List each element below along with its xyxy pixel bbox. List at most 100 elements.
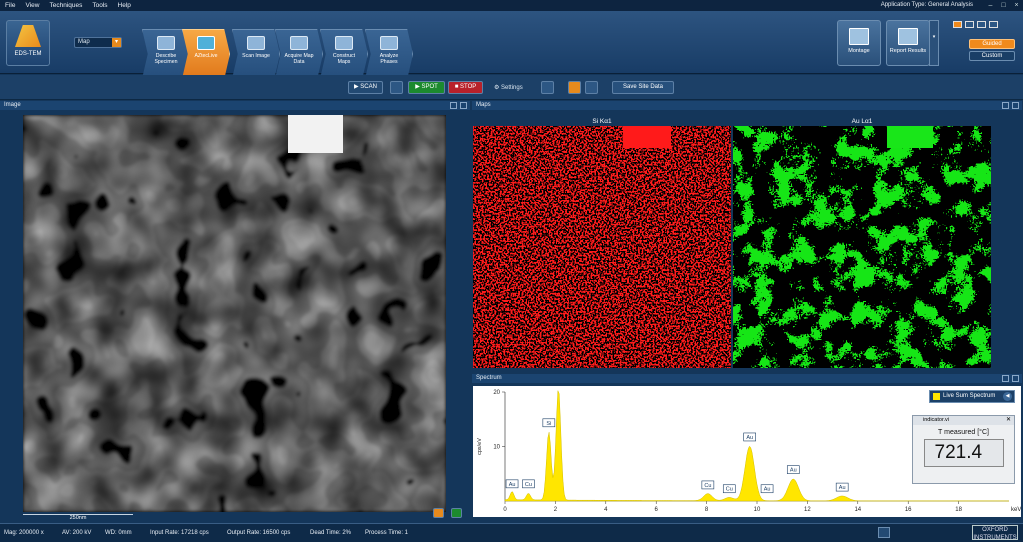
- restore-icon[interactable]: [1002, 375, 1009, 382]
- stop-button[interactable]: ■ STOP: [448, 81, 483, 94]
- x-tick-label: 18: [955, 507, 962, 513]
- minimize-icon[interactable]: –: [986, 1, 995, 10]
- step-scan-image[interactable]: Scan Image: [232, 29, 280, 79]
- frame-icon[interactable]: [390, 81, 403, 94]
- si-map[interactable]: [473, 126, 731, 368]
- electron-image[interactable]: [23, 115, 446, 512]
- status-mag: Mag: 200000 x: [4, 530, 44, 536]
- menu-file[interactable]: File: [0, 2, 20, 9]
- status-wd: WD: 0mm: [105, 530, 132, 536]
- step-aztec-live[interactable]: AZtecLive: [182, 29, 230, 79]
- step-analyze-phases[interactable]: Analyze Phases: [365, 29, 413, 79]
- maximize-icon[interactable]: □: [999, 1, 1008, 10]
- eds-tem-button[interactable]: EDS-TEM: [6, 20, 50, 66]
- spot-button[interactable]: ▶ SPOT: [408, 81, 445, 94]
- spectrum-legend[interactable]: Live Sum Spectrum ◀: [929, 390, 1015, 403]
- y-tick-label: 10: [493, 445, 500, 451]
- peak-label: Si: [546, 421, 551, 427]
- mode-select[interactable]: Map ▾: [74, 37, 122, 48]
- menu-techniques[interactable]: Techniques: [44, 2, 87, 9]
- peak-label: Au: [746, 435, 753, 441]
- close-icon[interactable]: ✕: [1006, 416, 1011, 425]
- menu-bar: File View Techniques Tools Help: [0, 0, 1023, 11]
- camera-icon[interactable]: [541, 81, 554, 94]
- construct-maps-icon: [335, 36, 353, 50]
- ribbon: EDS-TEM Map ▾ Describe Specimen AZtecLiv…: [0, 11, 1023, 79]
- x-axis-label: keV: [1011, 507, 1021, 513]
- montage-label: Montage: [848, 48, 870, 54]
- x-tick-label: 2: [554, 507, 558, 513]
- indicator-window[interactable]: indicator.vi ✕ T measured [°C] 721.4: [912, 415, 1015, 484]
- expand-icon[interactable]: [1012, 102, 1019, 109]
- report-results-button[interactable]: Report Results: [886, 20, 930, 66]
- scale-bar: 250nm: [23, 514, 133, 521]
- indicator-label: T measured [°C]: [938, 429, 989, 436]
- peak-label: Au: [764, 487, 771, 493]
- image-save-icon[interactable]: [451, 508, 462, 518]
- chevron-down-icon: ▾: [112, 38, 121, 47]
- map-label-si: Si Kα1: [592, 118, 612, 125]
- peak-label: Au: [839, 485, 846, 491]
- au-map[interactable]: [733, 126, 991, 368]
- status-dead-time: Dead Time: 2%: [310, 530, 352, 536]
- select-area-icon[interactable]: [568, 81, 581, 94]
- montage-button[interactable]: Montage: [837, 20, 881, 66]
- step-describe-specimen[interactable]: Describe Specimen: [142, 29, 190, 79]
- live-icon: [197, 36, 215, 50]
- custom-button[interactable]: Custom: [969, 51, 1015, 61]
- spectrum-panel-title: Spectrum: [476, 375, 502, 381]
- mode-select-value: Map: [78, 39, 90, 45]
- si-map-canvas: [473, 126, 731, 368]
- image-panel-title: Image: [4, 102, 21, 108]
- menu-tools[interactable]: Tools: [87, 2, 112, 9]
- legend-swatch: [933, 393, 940, 400]
- x-tick-label: 8: [705, 507, 709, 513]
- pen-icon[interactable]: [942, 527, 954, 538]
- x-tick-label: 14: [854, 507, 861, 513]
- peak-label: Au: [509, 482, 516, 488]
- indicator-titlebar: indicator.vi ✕: [913, 416, 1014, 425]
- step-label: Describe Specimen: [154, 53, 178, 65]
- report-dropdown[interactable]: ▾: [929, 20, 939, 66]
- image-color-icon[interactable]: [433, 508, 444, 518]
- restore-icon[interactable]: [1002, 102, 1009, 109]
- settings-button[interactable]: ⚙ Settings: [494, 84, 523, 91]
- eds-icon: [15, 25, 41, 47]
- step-label: Acquire Map Data: [284, 53, 314, 65]
- app-window: File View Techniques Tools Help Applicat…: [0, 0, 1023, 542]
- scan-button[interactable]: ▶ SCAN: [348, 81, 383, 94]
- close-icon[interactable]: ×: [1012, 1, 1021, 10]
- settings-label: Settings: [501, 85, 523, 91]
- layout-icon[interactable]: [953, 21, 962, 28]
- legend-options-icon[interactable]: ◀: [1003, 392, 1012, 401]
- eds-label: EDS-TEM: [14, 51, 42, 57]
- status-bar: Mag: 200000 x AV: 200 kV WD: 0mm Input R…: [0, 523, 1023, 542]
- peak-label: Au: [790, 468, 797, 474]
- application-type: Application Type: General Analysis: [880, 2, 973, 8]
- restore-icon[interactable]: [450, 102, 457, 109]
- play-icon[interactable]: [878, 527, 890, 538]
- microscope-icon[interactable]: [912, 527, 924, 538]
- layout-icon[interactable]: [989, 21, 998, 28]
- status-input-rate: Input Rate: 17218 cps: [150, 530, 209, 536]
- layout-icon[interactable]: [965, 21, 974, 28]
- image-panel-header: Image: [0, 101, 470, 110]
- y-tick-label: 20: [493, 390, 500, 396]
- x-tick-label: 0: [503, 507, 507, 513]
- layout-icon[interactable]: [977, 21, 986, 28]
- menu-help[interactable]: Help: [113, 2, 136, 9]
- expand-icon[interactable]: [460, 102, 467, 109]
- guided-button[interactable]: Guided: [969, 39, 1015, 49]
- peak-label: Cu: [726, 487, 733, 493]
- step-construct-maps[interactable]: Construct Maps: [320, 29, 368, 79]
- indicator-title: indicator.vi: [923, 417, 949, 423]
- montage-icon: [849, 28, 869, 45]
- crosshair-icon[interactable]: [585, 81, 598, 94]
- acquire-map-icon: [290, 36, 308, 50]
- step-acquire-map-data[interactable]: Acquire Map Data: [275, 29, 323, 79]
- x-tick-label: 6: [655, 507, 659, 513]
- save-site-data-button[interactable]: Save Site Data: [612, 81, 674, 94]
- menu-view[interactable]: View: [20, 2, 44, 9]
- peak-label: Cu: [704, 483, 711, 489]
- expand-icon[interactable]: [1012, 375, 1019, 382]
